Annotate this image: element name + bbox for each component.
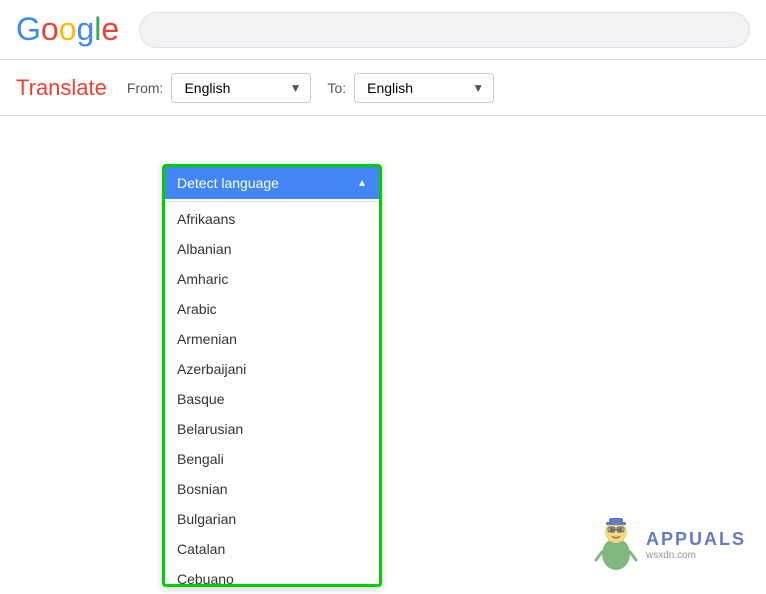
- translate-label: Translate: [16, 75, 107, 101]
- google-logo: Google: [16, 11, 119, 48]
- list-item[interactable]: Arabic: [165, 294, 379, 324]
- list-item[interactable]: Azerbaijani: [165, 354, 379, 384]
- header: Google: [0, 0, 766, 60]
- detect-language-label: Detect language: [177, 175, 279, 191]
- list-item[interactable]: Bulgarian: [165, 504, 379, 534]
- watermark: APPUALS wsxdn.com: [592, 516, 746, 574]
- list-item[interactable]: Afrikaans: [165, 204, 379, 234]
- language-dropdown: Detect language ▲ AfrikaansAlbanianAmhar…: [162, 164, 382, 587]
- from-language-select[interactable]: English: [171, 73, 311, 103]
- scroll-up-indicator: ▲: [357, 178, 367, 189]
- dropdown-list[interactable]: AfrikaansAlbanianAmharicArabicArmenianAz…: [165, 204, 379, 584]
- to-select-wrapper: English ▼: [354, 73, 494, 103]
- to-language-select[interactable]: English: [354, 73, 494, 103]
- appuals-figure-icon: [592, 516, 640, 574]
- toolbar: Translate From: English ▼ To: English ▼: [0, 60, 766, 116]
- detect-language-option[interactable]: Detect language ▲: [165, 167, 379, 199]
- appuals-subdomain: wsxdn.com: [646, 550, 746, 561]
- list-item[interactable]: Bosnian: [165, 474, 379, 504]
- dropdown-divider: [165, 201, 379, 202]
- search-input[interactable]: [139, 12, 750, 48]
- list-item[interactable]: Belarusian: [165, 414, 379, 444]
- dropdown-highlight-box: Detect language ▲ AfrikaansAlbanianAmhar…: [162, 164, 382, 587]
- list-item[interactable]: Catalan: [165, 534, 379, 564]
- from-label: From:: [127, 80, 164, 96]
- appuals-brand: APPUALS: [646, 529, 746, 550]
- list-item[interactable]: Amharic: [165, 264, 379, 294]
- main-content: Detect language ▲ AfrikaansAlbanianAmhar…: [0, 116, 766, 594]
- to-label: To:: [327, 80, 346, 96]
- list-item[interactable]: Basque: [165, 384, 379, 414]
- list-item[interactable]: Cebuano: [165, 564, 379, 584]
- from-select-wrapper: English ▼: [171, 73, 311, 103]
- list-item[interactable]: Armenian: [165, 324, 379, 354]
- list-item[interactable]: Albanian: [165, 234, 379, 264]
- list-item[interactable]: Bengali: [165, 444, 379, 474]
